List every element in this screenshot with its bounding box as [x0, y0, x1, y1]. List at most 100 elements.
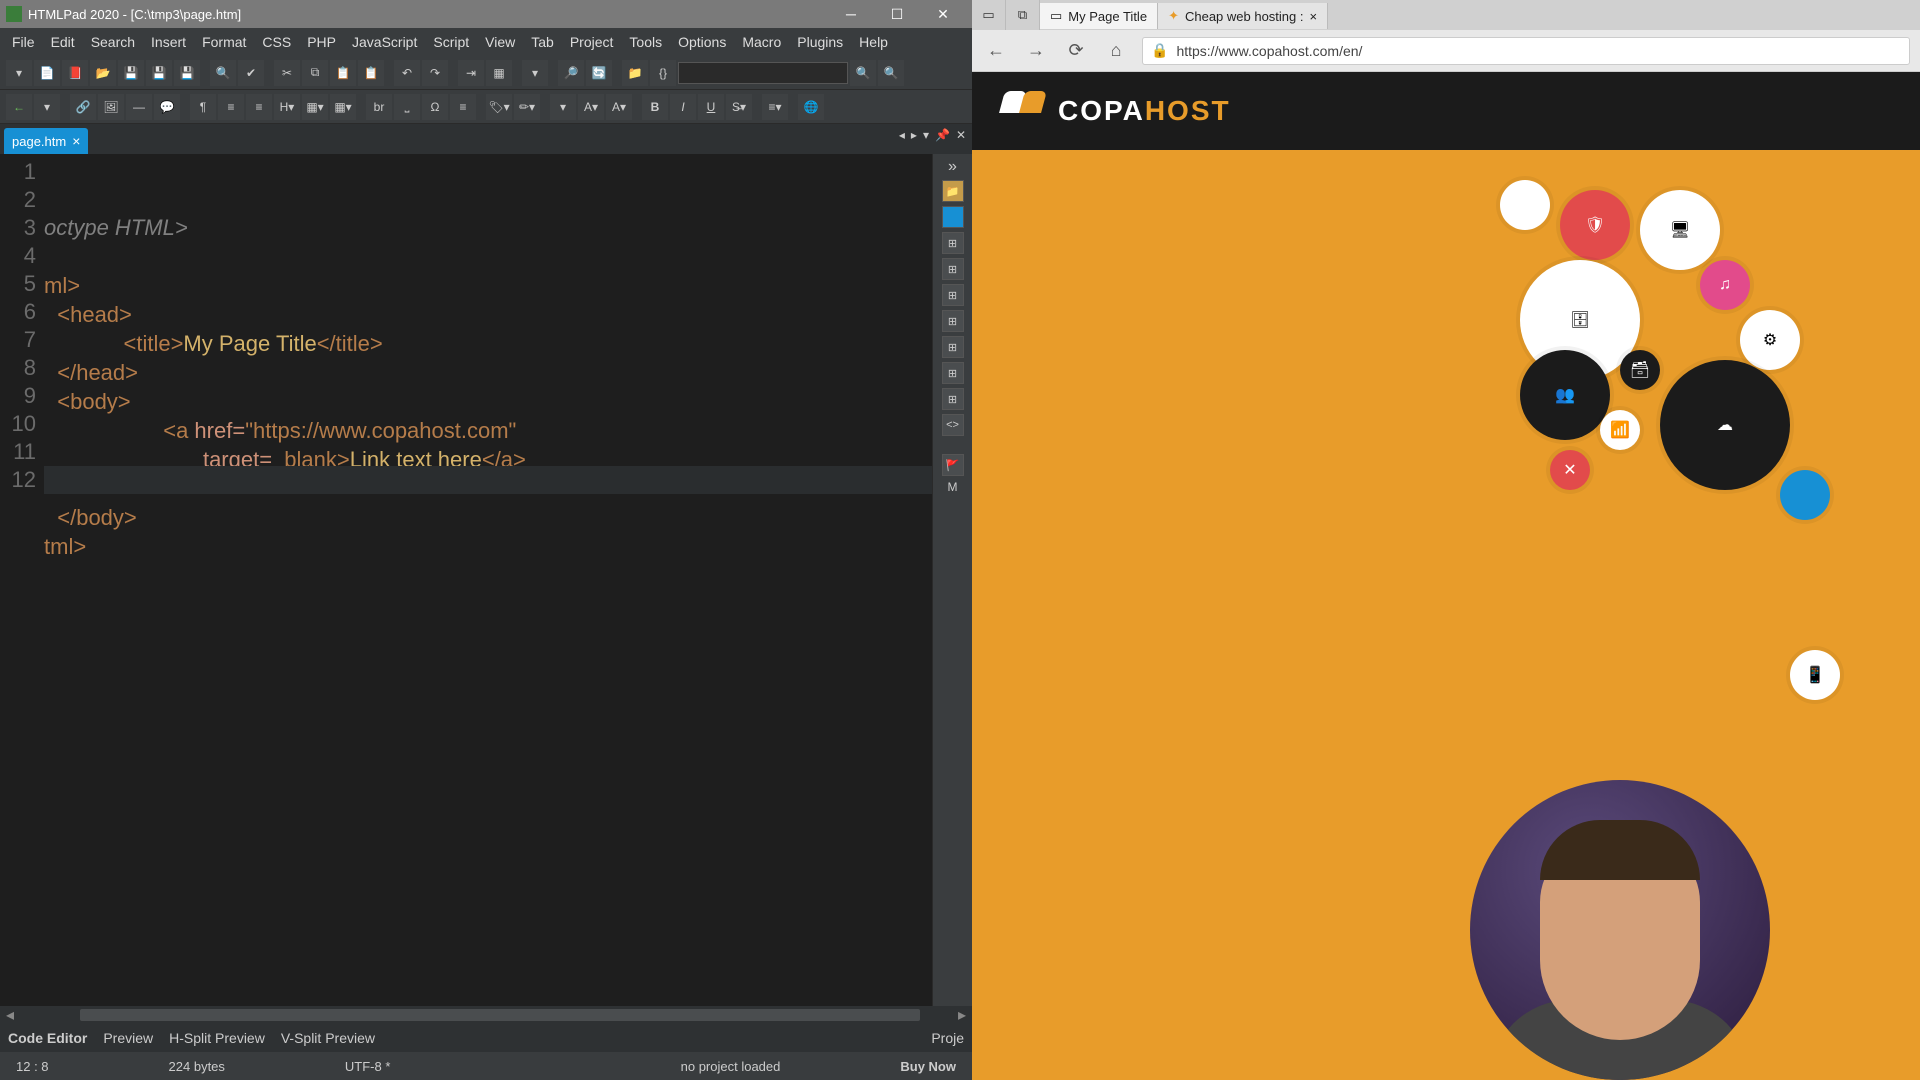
redo-icon[interactable]: ↷ — [422, 60, 448, 86]
menu-format[interactable]: Format — [194, 34, 254, 50]
highlight-icon[interactable]: 🏷▾ — [486, 94, 512, 120]
menu-file[interactable]: File — [4, 34, 43, 50]
search-icon[interactable]: 🔍 — [210, 60, 236, 86]
tab-project[interactable]: Proje — [931, 1030, 964, 1046]
palette-expand6-icon[interactable]: ⊞ — [942, 362, 964, 384]
link-icon[interactable]: 🔗 — [70, 94, 96, 120]
menu-edit[interactable]: Edit — [43, 34, 83, 50]
new-file-icon[interactable]: ▾ — [6, 60, 32, 86]
refresh-icon[interactable]: ⟳ — [1062, 37, 1090, 65]
open-recent-icon[interactable]: 📕 — [62, 60, 88, 86]
table-icon[interactable]: ▦ — [486, 60, 512, 86]
folder-icon[interactable]: 📁 — [622, 60, 648, 86]
ul-icon[interactable]: ≡ — [218, 94, 244, 120]
palette-expand4-icon[interactable]: ⊞ — [942, 310, 964, 332]
comment-icon[interactable]: 💬 — [154, 94, 180, 120]
menu-options[interactable]: Options — [670, 34, 734, 50]
tab-preview[interactable]: Preview — [103, 1030, 153, 1046]
paste-icon[interactable]: 📋 — [330, 60, 356, 86]
tab-nav-right-icon[interactable]: ▸ — [911, 128, 917, 142]
menu-php[interactable]: PHP — [299, 34, 344, 50]
underline-icon[interactable]: U — [698, 94, 724, 120]
omega-icon[interactable]: Ω — [422, 94, 448, 120]
menu-script[interactable]: Script — [425, 34, 477, 50]
tab-nav-left-icon[interactable]: ◂ — [899, 128, 905, 142]
italic-icon[interactable]: I — [670, 94, 696, 120]
indent-icon[interactable]: ⇥ — [458, 60, 484, 86]
home-icon[interactable]: ⌂ — [1102, 37, 1130, 65]
tab-hsplit[interactable]: H-Split Preview — [169, 1030, 265, 1046]
save-as-icon[interactable]: 💾 — [174, 60, 200, 86]
menu-plugins[interactable]: Plugins — [789, 34, 851, 50]
palette-bar-icon[interactable] — [942, 206, 964, 228]
find-icon[interactable]: 🔎 — [558, 60, 584, 86]
open-icon[interactable]: 📄 — [34, 60, 60, 86]
tab-dropdown-icon[interactable]: ▾ — [923, 128, 929, 142]
toolbar-search-input[interactable] — [678, 62, 848, 84]
menu-view[interactable]: View — [477, 34, 523, 50]
replace-icon[interactable]: 🔄 — [586, 60, 612, 86]
buy-now-link[interactable]: Buy Now — [900, 1059, 956, 1074]
font-inc-icon[interactable]: A▾ — [578, 94, 604, 120]
palette-flag-icon[interactable]: 🚩 — [942, 454, 964, 476]
palette-collapse-icon[interactable]: » — [948, 158, 957, 176]
menu-search[interactable]: Search — [83, 34, 143, 50]
dropdown-icon[interactable]: ▾ — [522, 60, 548, 86]
horizontal-scrollbar[interactable]: ◂ ▸ — [0, 1006, 972, 1024]
palette-expand-icon[interactable]: ⊞ — [942, 232, 964, 254]
tab-vsplit[interactable]: V-Split Preview — [281, 1030, 375, 1046]
folder-open-icon[interactable]: 📂 — [90, 60, 116, 86]
task-view-icon[interactable]: ▭ — [972, 0, 1006, 30]
undo-icon[interactable]: ↶ — [394, 60, 420, 86]
scrollbar-thumb[interactable] — [80, 1009, 920, 1021]
font-dec-icon[interactable]: A▾ — [606, 94, 632, 120]
tab-close-icon[interactable]: × — [72, 133, 80, 149]
menu-insert[interactable]: Insert — [143, 34, 194, 50]
hr-icon[interactable]: — — [126, 94, 152, 120]
forward-icon[interactable]: → — [1022, 37, 1050, 65]
align-icon[interactable]: ≡▾ — [762, 94, 788, 120]
palette-expand3-icon[interactable]: ⊞ — [942, 284, 964, 306]
bold-icon[interactable]: B — [642, 94, 668, 120]
tab-close-icon[interactable]: × — [1310, 9, 1318, 24]
image-icon[interactable]: 🖼 — [98, 94, 124, 120]
nbsp-icon[interactable]: ⎵ — [394, 94, 420, 120]
palette-expand7-icon[interactable]: ⊞ — [942, 388, 964, 410]
dropdown-arrow-icon[interactable]: ▾ — [34, 94, 60, 120]
marker-icon[interactable]: ✏▾ — [514, 94, 540, 120]
browser-tab-2[interactable]: ✦ Cheap web hosting : × — [1158, 3, 1328, 29]
menu-macro[interactable]: Macro — [734, 34, 789, 50]
save-icon[interactable]: 💾 — [118, 60, 144, 86]
menu-help[interactable]: Help — [851, 34, 896, 50]
menu-javascript[interactable]: JavaScript — [344, 34, 425, 50]
menu-css[interactable]: CSS — [254, 34, 299, 50]
palette-folder-icon[interactable]: 📁 — [942, 180, 964, 202]
code-editor[interactable]: octype HTML> ml> <head> <title>My Page T… — [44, 154, 932, 1006]
ol-icon[interactable]: ≡ — [246, 94, 272, 120]
tidy-icon[interactable]: ≡ — [450, 94, 476, 120]
url-input[interactable]: 🔒 https://www.copahost.com/en/ — [1142, 37, 1910, 65]
strike-icon[interactable]: S̶▾ — [726, 94, 752, 120]
dropdown2-icon[interactable]: ▾ — [550, 94, 576, 120]
back-icon[interactable]: ← — [982, 37, 1010, 65]
window-snap-icon[interactable]: ⧉ — [1006, 0, 1040, 30]
copahost-logo[interactable]: COPAHOST — [1002, 91, 1231, 131]
palette-expand5-icon[interactable]: ⊞ — [942, 336, 964, 358]
back-arrow-icon[interactable]: ← — [6, 94, 32, 120]
find-next-icon[interactable]: 🔍 — [850, 60, 876, 86]
maximize-button[interactable]: ☐ — [874, 0, 920, 28]
globe-icon[interactable]: 🌐 — [798, 94, 824, 120]
palette-code-icon[interactable]: <> — [942, 414, 964, 436]
menu-tools[interactable]: Tools — [621, 34, 670, 50]
document-tab[interactable]: page.htm × — [4, 128, 88, 154]
minimize-button[interactable]: ─ — [828, 0, 874, 28]
bracket-icon[interactable]: {} — [650, 60, 676, 86]
pin-icon[interactable]: 📌 — [935, 128, 950, 142]
menu-project[interactable]: Project — [562, 34, 622, 50]
find-prev-icon[interactable]: 🔍 — [878, 60, 904, 86]
tab-code-editor[interactable]: Code Editor — [8, 1030, 87, 1046]
spellcheck-icon[interactable]: ✔ — [238, 60, 264, 86]
palette-expand2-icon[interactable]: ⊞ — [942, 258, 964, 280]
form-icon[interactable]: ▦▾ — [330, 94, 356, 120]
cut-icon[interactable]: ✂ — [274, 60, 300, 86]
